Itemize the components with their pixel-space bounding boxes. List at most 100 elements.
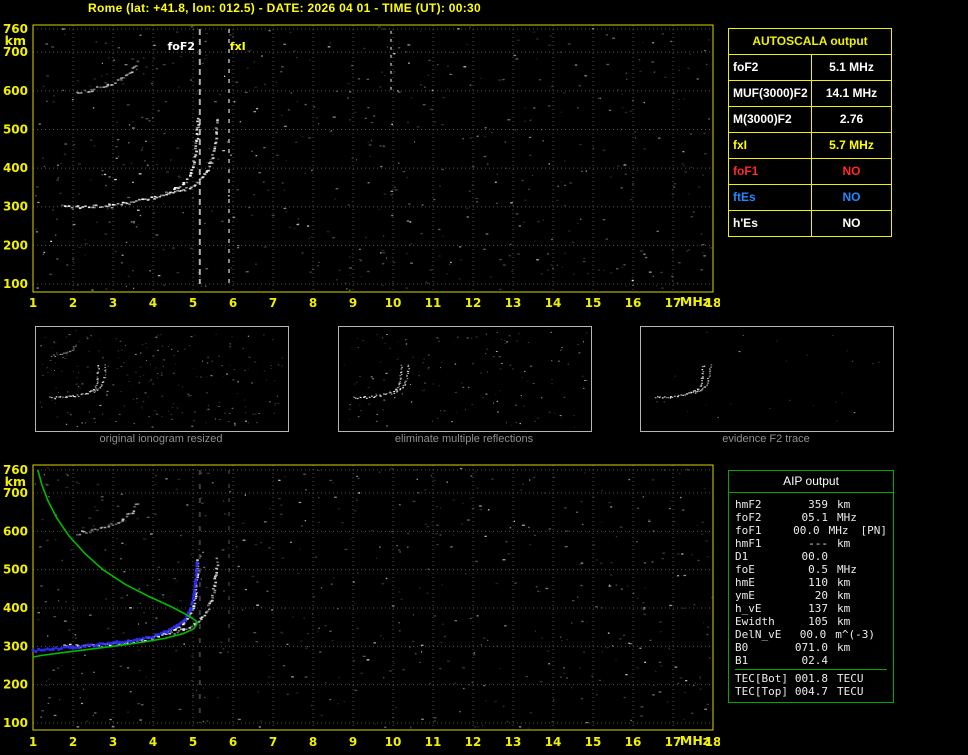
aip-title: AIP output <box>729 471 893 493</box>
aip-row-unit: km <box>837 589 850 602</box>
aip-rows: hmF2359kmfoF205.1MHzfoF100.0MHz[PN]hmF1-… <box>729 493 893 702</box>
aip-row-label: hmE <box>735 576 792 589</box>
svg-text:17: 17 <box>665 735 682 749</box>
aip-row-label: foF1 <box>735 524 787 537</box>
aip-row: hmE110km <box>735 576 887 589</box>
svg-text:km: km <box>5 474 26 489</box>
autoscala-title: AUTOSCALA output <box>729 29 891 55</box>
aip-row-unit: km <box>837 615 850 628</box>
aip-row-value: 00.0 <box>792 550 828 563</box>
autoscala-row-label: h'Es <box>729 211 812 236</box>
aip-row-label: foE <box>735 563 792 576</box>
svg-text:km: km <box>5 33 26 48</box>
aip-row: foF205.1MHz <box>735 511 887 524</box>
autoscala-row-value: 5.1 MHz <box>812 55 891 80</box>
svg-text:600: 600 <box>3 84 28 98</box>
svg-text:12: 12 <box>465 735 482 749</box>
aip-row-value: 05.1 <box>792 511 828 524</box>
autoscala-row: M(3000)F22.76 <box>729 107 891 133</box>
aip-row-label: TEC[Top] <box>735 685 792 698</box>
aip-row-label: TEC[Bot] <box>735 672 792 685</box>
autoscala-row: MUF(3000)F214.1 MHz <box>729 81 891 107</box>
autoscala-row-value: NO <box>812 185 891 210</box>
autoscala-row-label: fxI <box>729 133 812 158</box>
svg-text:200: 200 <box>3 678 28 692</box>
aip-row-label: DelN_vE <box>735 628 791 641</box>
svg-text:3: 3 <box>109 735 117 749</box>
aip-row-unit: m^(-3) <box>835 628 875 641</box>
aip-row-label: hmF2 <box>735 498 792 511</box>
svg-text:12: 12 <box>465 296 482 310</box>
aip-row: ymE20km <box>735 589 887 602</box>
autoscala-row-value: NO <box>812 211 891 236</box>
svg-text:3: 3 <box>109 296 117 310</box>
aip-row-unit: km <box>837 641 850 654</box>
aip-row-value: 071.0 <box>792 641 828 654</box>
autoscala-row-label: foF1 <box>729 159 812 184</box>
aip-row: TEC[Bot]001.8 TECU <box>735 672 887 685</box>
svg-text:15: 15 <box>585 735 602 749</box>
thumbnail-caption-f2-trace: evidence F2 trace <box>640 433 892 445</box>
svg-text:9: 9 <box>349 735 357 749</box>
autoscala-row-label: M(3000)F2 <box>729 107 812 132</box>
svg-text:16: 16 <box>625 296 642 310</box>
aip-row-label: B0 <box>735 641 792 654</box>
autoscala-row-value: 14.1 MHz <box>812 81 891 106</box>
autoscala-row-label: MUF(3000)F2 <box>729 81 812 106</box>
svg-text:14: 14 <box>545 296 562 310</box>
aip-row-unit: MHz <box>829 524 849 537</box>
aip-row: D100.0 <box>735 550 887 563</box>
svg-text:400: 400 <box>3 161 28 175</box>
svg-text:16: 16 <box>625 735 642 749</box>
svg-text:100: 100 <box>3 277 28 291</box>
svg-text:8: 8 <box>309 735 317 749</box>
svg-text:2: 2 <box>69 296 77 310</box>
thumbnail-original-ionogram <box>35 326 289 432</box>
thumbnail-eliminate-reflections <box>338 326 592 432</box>
svg-text:300: 300 <box>3 639 28 653</box>
autoscala-row: foF1NO <box>729 159 891 185</box>
autoscala-output-panel: AUTOSCALA output foF25.1 MHzMUF(3000)F21… <box>728 28 892 237</box>
aip-row: B0071.0 km <box>735 641 887 654</box>
profile-ionogram-chart: 760700600500400300200100km12345678910111… <box>0 458 720 755</box>
aip-row-label: Ewidth <box>735 615 792 628</box>
aip-row-unit: MHz <box>837 563 857 576</box>
aip-row-value: 105 <box>792 615 828 628</box>
aip-row-unit: km <box>837 498 850 511</box>
autoscala-row: ftEsNO <box>729 185 891 211</box>
aip-row-label: hmF1 <box>735 537 792 550</box>
autoscala-rows: foF25.1 MHzMUF(3000)F214.1 MHzM(3000)F22… <box>729 55 891 236</box>
aip-row-value: 001.8 <box>792 672 828 685</box>
aip-separator <box>735 669 887 670</box>
svg-text:9: 9 <box>349 296 357 310</box>
svg-text:100: 100 <box>3 716 28 730</box>
aip-row-value: 20 <box>792 589 828 602</box>
autoscala-row-value: 2.76 <box>812 107 891 132</box>
thumbnail-f2-trace <box>640 326 894 432</box>
aip-row-value: 0.5 <box>792 563 828 576</box>
autoscala-row: foF25.1 MHz <box>729 55 891 81</box>
aip-row-value: 137 <box>792 602 828 615</box>
svg-text:300: 300 <box>3 200 28 214</box>
autoscala-row: fxI5.7 MHz <box>729 133 891 159</box>
svg-text:1: 1 <box>29 296 37 310</box>
svg-text:foF2: foF2 <box>167 40 195 53</box>
aip-row: Ewidth105 km <box>735 615 887 628</box>
svg-text:MHz: MHz <box>680 294 710 309</box>
main-ionogram-chart: 760700600500400300200100km12345678910111… <box>0 16 720 316</box>
aip-row-label: D1 <box>735 550 792 563</box>
svg-text:10: 10 <box>385 735 402 749</box>
aip-row-label: h_vE <box>735 602 792 615</box>
aip-row-value: 02.4 <box>792 654 828 667</box>
svg-text:400: 400 <box>3 601 28 615</box>
svg-text:10: 10 <box>385 296 402 310</box>
svg-text:500: 500 <box>3 563 28 577</box>
aip-row-unit: km <box>837 537 850 550</box>
svg-text:7: 7 <box>269 296 277 310</box>
svg-text:11: 11 <box>425 296 442 310</box>
aip-row-unit: MHz <box>837 511 857 524</box>
svg-text:MHz: MHz <box>680 733 710 748</box>
aip-row-unit: TECU <box>837 672 864 685</box>
aip-row-unit: km <box>837 576 850 589</box>
aip-row-value: --- <box>792 537 828 550</box>
